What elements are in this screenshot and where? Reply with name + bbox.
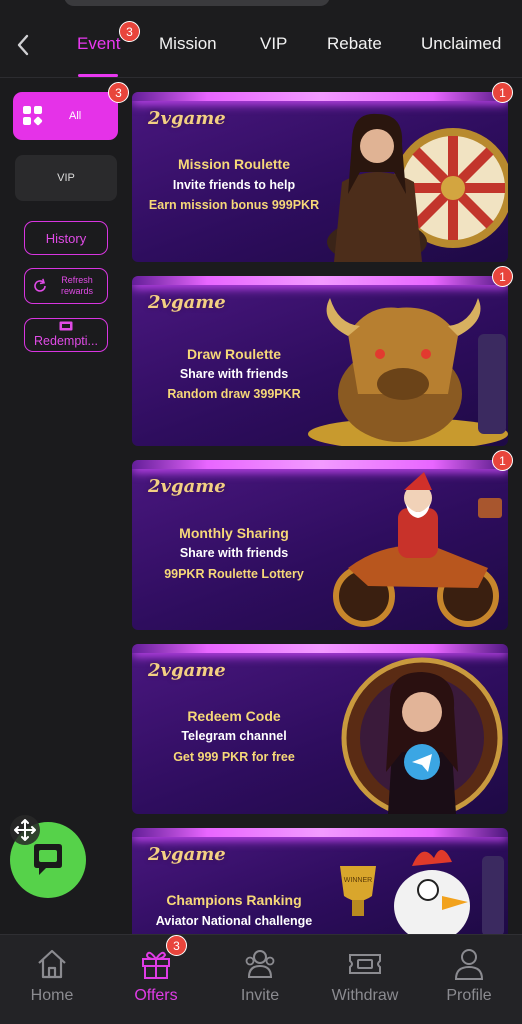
golden-bull-illustration (308, 298, 508, 446)
card-line-2: 99PKR Roulette Lottery (164, 567, 304, 581)
promo-card-redeem-code[interactable]: 2vgame Redeem Code Telegram channel Get … (132, 644, 508, 814)
person-icon (454, 949, 484, 980)
tab-rebate[interactable]: Rebate (327, 34, 382, 54)
woman-with-telegram-illustration (341, 657, 503, 814)
ticket-icon (349, 954, 381, 974)
card-title: Champions Ranking (166, 892, 302, 908)
card-line-2: Earn mission bonus 999PKR (148, 198, 320, 212)
home-icon (38, 949, 66, 979)
redemption-label: Redempti... (34, 334, 98, 348)
grid-icon (23, 106, 43, 126)
offers-badge: 3 (166, 935, 187, 956)
brand-logo: 2vgame (148, 660, 226, 681)
winner-text: WINNER (344, 877, 372, 884)
refresh-rewards-button[interactable]: Refresh rewards (24, 268, 108, 304)
sidebar-item-vip-label: VIP (57, 172, 75, 184)
nav-offers-label: Offers (134, 987, 178, 1004)
brand-logo: 2vgame (148, 844, 226, 865)
users-icon (245, 950, 275, 978)
sidebar-item-vip[interactable]: VIP (15, 155, 117, 201)
voucher-icon (59, 321, 73, 331)
tab-unclaimed[interactable]: Unclaimed (421, 34, 501, 54)
nav-profile-label: Profile (446, 987, 492, 1004)
nav-invite[interactable]: Invite (210, 935, 310, 1024)
bottom-navigation: Home Offers 3 Invite Withdraw Profile (0, 934, 522, 1024)
active-tab-indicator (78, 74, 118, 77)
nav-withdraw-label: Withdraw (331, 987, 399, 1004)
promo-card-champions-ranking[interactable]: 2vgame Champions Ranking Aviator Nationa… (132, 828, 508, 934)
promo-card-monthly-sharing[interactable]: 2vgame Monthly Sharing Share with friend… (132, 460, 508, 630)
refresh-icon (34, 278, 46, 292)
nav-withdraw[interactable]: Withdraw (315, 935, 415, 1024)
brand-logo: 2vgame (148, 476, 226, 497)
card-badge: 1 (492, 266, 513, 287)
nav-invite-label: Invite (240, 987, 280, 1004)
chevron-left-icon (17, 34, 29, 56)
history-button[interactable]: History (24, 221, 108, 255)
tab-event[interactable]: Event (77, 34, 120, 54)
nav-offers[interactable]: Offers (106, 935, 206, 1024)
all-badge: 3 (108, 82, 129, 103)
card-badge: 1 (492, 82, 513, 103)
back-button[interactable] (12, 32, 34, 58)
sidebar-item-all[interactable]: All (13, 92, 118, 140)
brand-logo: 2vgame (148, 108, 226, 129)
nav-home-label: Home (30, 987, 74, 1004)
card-line-1: Telegram channel (181, 729, 287, 743)
card-line-1: Invite friends to help (172, 178, 296, 192)
card-line-1: Share with friends (179, 367, 289, 381)
woman-with-roulette-illustration (327, 113, 508, 262)
brand-logo: 2vgame (148, 292, 226, 313)
trophy-rooster-illustration: WINNER (340, 849, 504, 934)
move-icon[interactable] (10, 815, 40, 845)
promo-card-mission-roulette[interactable]: 2vgame Mission Roulette Invite friends t… (132, 92, 508, 262)
card-line-2: Get 999 PKR for free (173, 750, 295, 764)
card-title: Redeem Code (187, 708, 281, 724)
card-line-1: Aviator National challenge (155, 914, 313, 928)
nav-profile[interactable]: Profile (419, 935, 519, 1024)
card-line-2: Random draw 399PKR (167, 387, 301, 401)
card-title: Mission Roulette (177, 156, 290, 172)
chat-bubble-icon (34, 844, 62, 875)
drag-handle (64, 0, 330, 6)
card-title: Monthly Sharing (179, 525, 289, 541)
event-badge: 3 (119, 21, 140, 42)
card-line-1: Share with friends (179, 546, 289, 560)
redemption-button[interactable]: Redempti... (24, 318, 108, 352)
card-title: Draw Roulette (186, 346, 282, 362)
history-label: History (45, 230, 87, 246)
promo-card-draw-roulette[interactable]: 2vgame Draw Roulette Share with friends … (132, 276, 508, 446)
santa-motorcycle-illustration (333, 472, 502, 627)
tab-mission[interactable]: Mission (159, 34, 217, 54)
sidebar-item-all-label: All (69, 110, 82, 122)
card-glow (132, 92, 508, 101)
tab-event-label: Event (77, 34, 121, 53)
refresh-rewards-label: Refresh rewards (60, 275, 93, 296)
card-badge: 1 (492, 450, 513, 471)
tab-vip[interactable]: VIP (260, 34, 287, 54)
nav-home[interactable]: Home (2, 935, 102, 1024)
